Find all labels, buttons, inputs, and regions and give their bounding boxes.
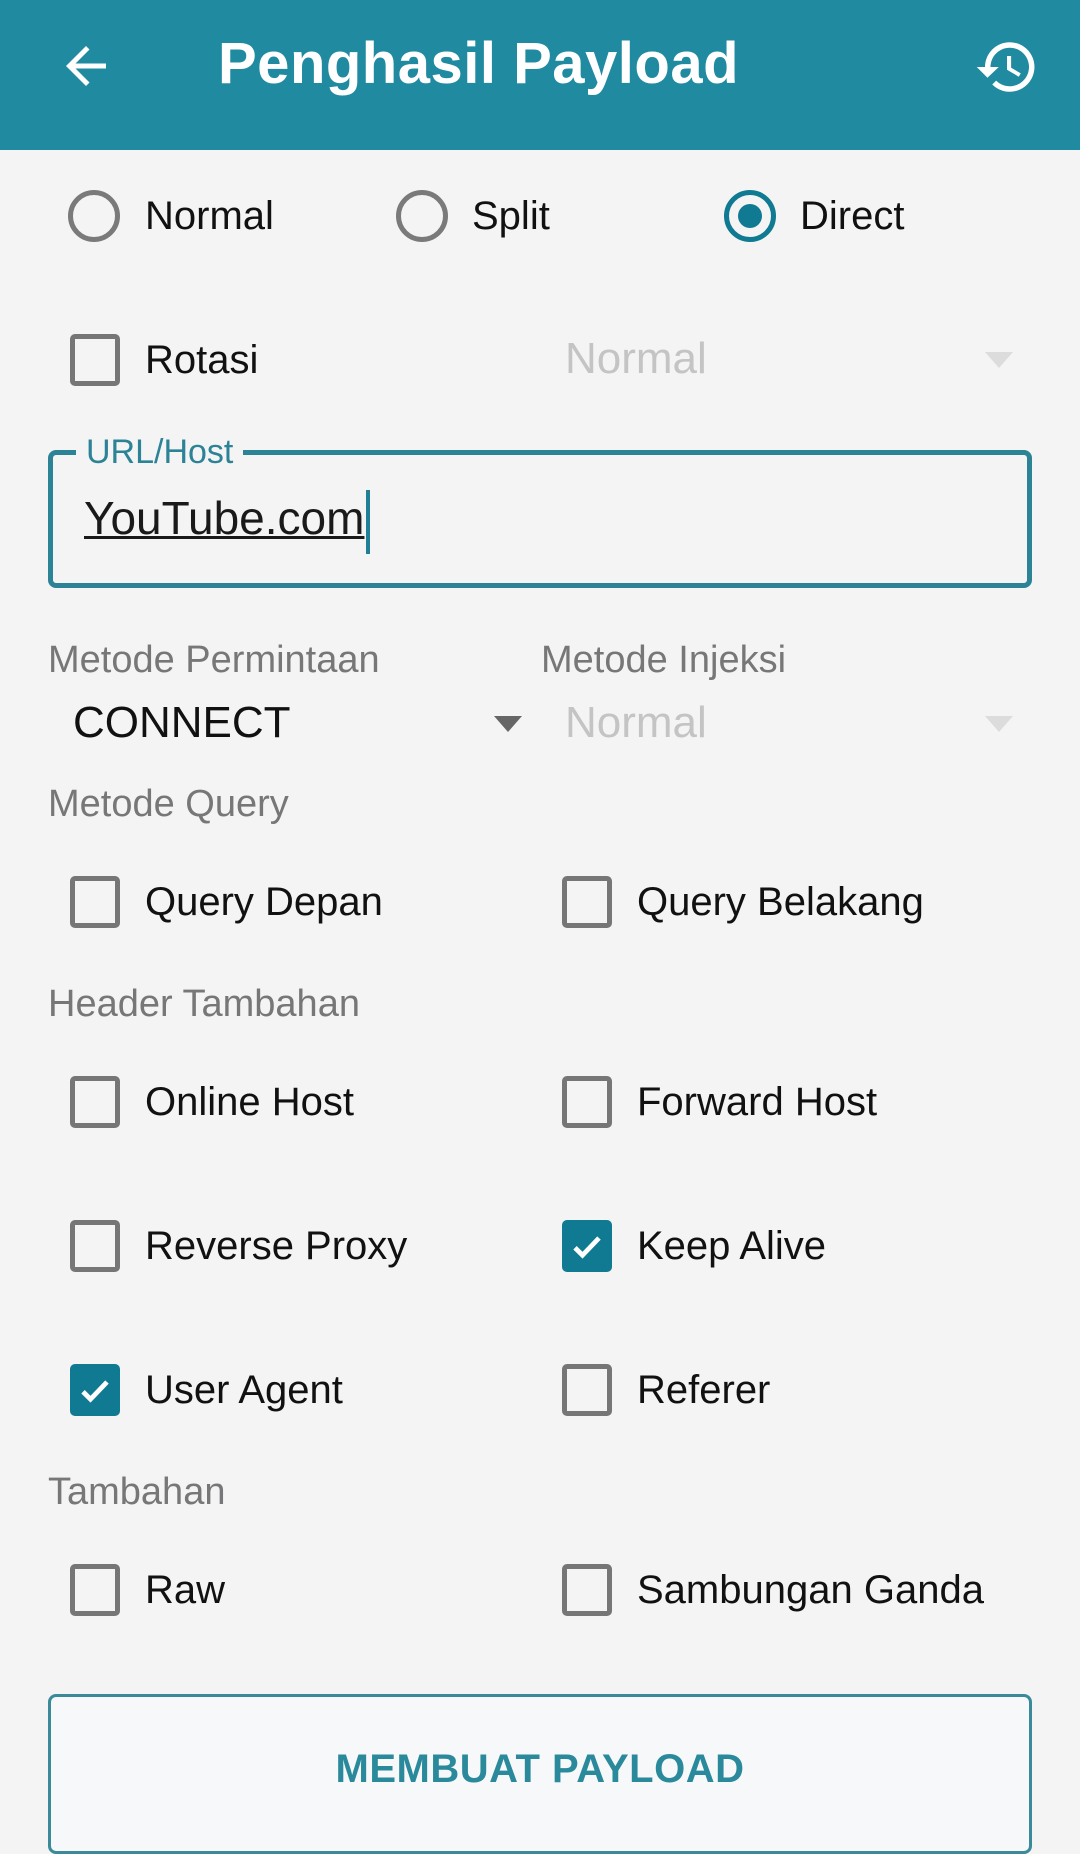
checkbox[interactable]: [70, 334, 120, 386]
checkmark-icon: [81, 1380, 109, 1403]
checkbox-checked[interactable]: [562, 1220, 612, 1272]
radio-label: Normal: [145, 194, 274, 238]
checkbox-keep-alive[interactable]: Keep Alive: [562, 1220, 1022, 1276]
url-host-value: YouTube.com: [84, 492, 365, 544]
rotation-dropdown: Normal: [541, 330, 1031, 390]
arrow-left-icon[interactable]: [56, 36, 116, 96]
checkbox-label: User Agent: [145, 1368, 343, 1412]
checkbox-label: Keep Alive: [637, 1224, 827, 1268]
checkbox[interactable]: [70, 876, 120, 928]
extras-label: Tambahan: [48, 1471, 226, 1513]
checkbox[interactable]: [70, 1076, 120, 1128]
checkbox-label: Sambungan Ganda: [637, 1568, 984, 1612]
checkbox-label: Query Depan: [145, 880, 383, 924]
radio-label: Direct: [800, 194, 905, 238]
checkmark-icon: [573, 1236, 601, 1259]
dropdown-value: Normal: [565, 334, 707, 383]
checkbox-label: Rotasi: [145, 338, 259, 382]
checkbox[interactable]: [562, 1076, 612, 1128]
checkbox-label: Online Host: [145, 1080, 354, 1124]
checkbox-sambungan-ganda[interactable]: Sambungan Ganda: [562, 1564, 1032, 1620]
page-title: Penghasil Payload: [218, 31, 740, 96]
checkbox-query-depan[interactable]: Query Depan: [70, 876, 490, 932]
radio-button[interactable]: [396, 190, 448, 242]
checkbox-reverse-proxy[interactable]: Reverse Proxy: [70, 1220, 490, 1276]
checkbox-raw[interactable]: Raw: [70, 1564, 490, 1620]
checkbox-referer[interactable]: Referer: [562, 1364, 1022, 1420]
checkbox[interactable]: [562, 876, 612, 928]
query-method-label: Metode Query: [48, 783, 289, 825]
text-cursor: [366, 489, 371, 554]
extra-headers-label: Header Tambahan: [48, 983, 360, 1025]
app-bar: Penghasil Payload: [0, 0, 1080, 150]
dropdown-value: Normal: [565, 698, 707, 747]
radio-normal[interactable]: Normal: [68, 186, 308, 246]
checkbox-label: Query Belakang: [637, 880, 924, 924]
rotation-checkbox-row[interactable]: Rotasi: [70, 334, 370, 390]
checkbox[interactable]: [562, 1364, 612, 1416]
checkbox-label: Referer: [637, 1368, 771, 1412]
url-host-input[interactable]: YouTube.com: [84, 488, 371, 554]
request-method-label: Metode Permintaan: [48, 639, 380, 681]
checkbox-checked[interactable]: [70, 1364, 120, 1416]
injection-method-label: Metode Injeksi: [541, 639, 787, 681]
checkbox-label: Reverse Proxy: [145, 1224, 408, 1268]
request-method-dropdown[interactable]: CONNECT: [48, 694, 532, 754]
checkbox[interactable]: [70, 1220, 120, 1272]
radio-label: Split: [472, 194, 550, 238]
history-icon[interactable]: [974, 34, 1040, 100]
checkbox-online-host[interactable]: Online Host: [70, 1076, 490, 1132]
checkbox-label: Raw: [145, 1568, 226, 1612]
button-label: MEMBUAT PAYLOAD: [335, 1747, 745, 1791]
checkbox-query-belakang[interactable]: Query Belakang: [562, 876, 1022, 932]
checkbox-label: Forward Host: [637, 1080, 878, 1124]
dropdown-value: CONNECT: [73, 698, 291, 747]
checkbox[interactable]: [70, 1564, 120, 1616]
chevron-down-icon: [494, 716, 522, 732]
chevron-down-icon: [985, 716, 1013, 732]
radio-split[interactable]: Split: [396, 186, 636, 246]
chevron-down-icon: [985, 352, 1013, 368]
checkbox-forward-host[interactable]: Forward Host: [562, 1076, 1022, 1132]
radio-direct[interactable]: Direct: [724, 186, 964, 246]
url-host-label: URL/Host: [76, 432, 244, 472]
radio-button-selected[interactable]: [724, 190, 776, 242]
checkbox-user-agent[interactable]: User Agent: [70, 1364, 490, 1420]
injection-method-dropdown: Normal: [541, 694, 1031, 754]
checkbox[interactable]: [562, 1564, 612, 1616]
radio-button[interactable]: [68, 190, 120, 242]
generate-payload-button[interactable]: MEMBUAT PAYLOAD: [48, 1694, 1032, 1854]
